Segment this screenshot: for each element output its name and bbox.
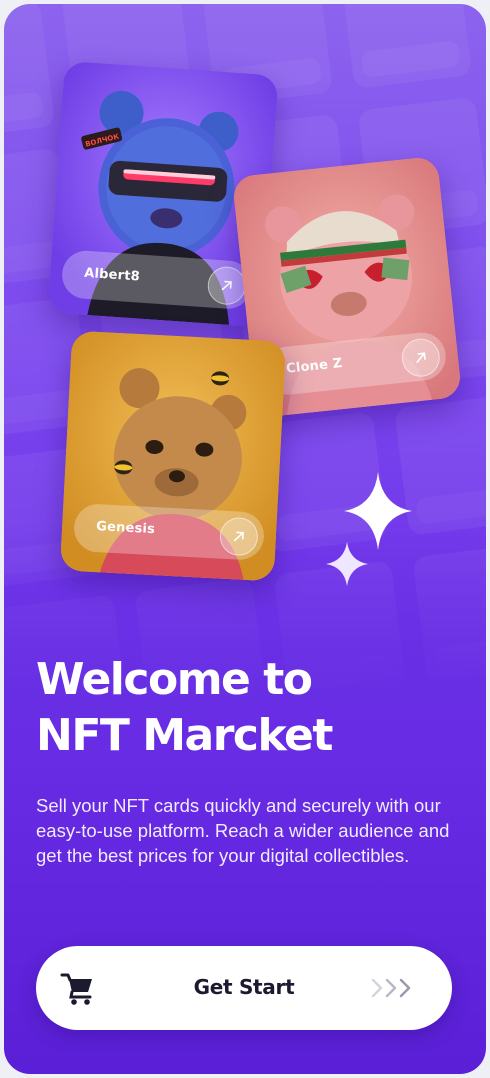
arrow-up-right-icon	[221, 280, 232, 291]
open-card-button[interactable]	[218, 516, 259, 557]
title-line-2: NFT Marcket	[36, 710, 333, 761]
description-text: Sell your NFT cards quickly and securely…	[36, 795, 450, 866]
card-info-bar: Genesis	[72, 502, 266, 561]
sparkle-small-icon	[326, 542, 368, 586]
page-title: Welcome to NFT Marcket	[36, 652, 456, 764]
chevrons-right-icon	[371, 978, 411, 998]
card-name: Clone Z	[285, 355, 344, 377]
onboarding-screen: ВОЛЧОК Albert8 Clone Z Genesis Welcome t…	[4, 4, 486, 1074]
sparkle-large-icon	[344, 472, 412, 550]
get-start-button[interactable]: Get Start	[36, 946, 452, 1030]
arrow-up-right-icon	[233, 531, 244, 542]
card-name: Albert8	[83, 265, 141, 285]
arrow-up-right-icon	[416, 352, 426, 363]
nft-card-genesis[interactable]: Genesis	[59, 330, 287, 582]
title-line-1: Welcome to	[36, 654, 313, 705]
open-card-button[interactable]	[399, 336, 442, 379]
card-name: Genesis	[95, 519, 156, 538]
